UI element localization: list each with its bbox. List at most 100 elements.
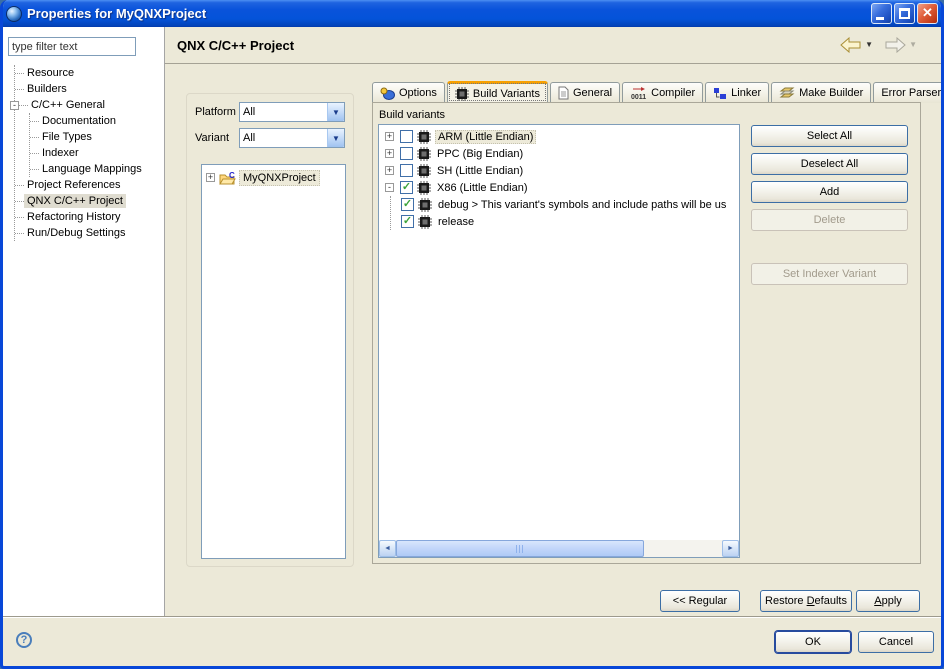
content-area: QNX C/C++ Project ▼ ▼ Platform [165, 27, 941, 616]
page-footer-buttons: << Regular Restore Defaults Apply [660, 590, 920, 612]
maximize-button[interactable] [894, 3, 915, 24]
project-tree-row[interactable]: + C MyQNXProject [204, 169, 343, 186]
scrollbar-track[interactable] [396, 540, 722, 557]
checkbox[interactable] [400, 147, 413, 160]
properties-dialog: Properties for MyQNXProject ✕ Resource B… [0, 0, 944, 669]
checkbox[interactable] [400, 164, 413, 177]
scrollbar-thumb[interactable] [396, 540, 644, 557]
checkbox[interactable]: ✓ [400, 181, 413, 194]
window-icon [6, 6, 22, 22]
tab-bar: Options Build Variants General [372, 81, 921, 103]
sidebar-item-refactoring-history[interactable]: Refactoring History [15, 209, 159, 225]
back-history-caret[interactable]: ▼ [865, 41, 873, 49]
collapse-icon[interactable]: - [10, 101, 19, 110]
scroll-right-button[interactable]: ► [722, 540, 739, 557]
dialog-button-bar: ? OK Cancel [3, 616, 941, 663]
sidebar-item-project-references[interactable]: Project References [15, 177, 159, 193]
titlebar[interactable]: Properties for MyQNXProject ✕ [0, 0, 944, 27]
variant-row-sh[interactable]: + SH (Little Endian) [383, 162, 739, 179]
check-mark: ✓ [402, 182, 411, 193]
sidebar-item-resource[interactable]: Resource [15, 65, 159, 81]
collapse-icon[interactable]: - [385, 183, 394, 192]
delete-button: Delete [751, 209, 908, 231]
variant-label: SH (Little Endian) [435, 164, 525, 178]
options-icon [380, 87, 395, 100]
expand-icon[interactable]: + [206, 173, 215, 182]
sidebar-item-qnx-project[interactable]: QNX C/C++ Project [15, 193, 159, 209]
variant-actions: Select All Deselect All Add Delete Set I… [751, 125, 908, 291]
filter-input[interactable] [8, 37, 136, 56]
back-arrow-icon[interactable] [840, 37, 862, 53]
restore-defaults-button[interactable]: Restore Defaults [760, 590, 852, 612]
platform-select[interactable]: All ▼ [239, 102, 345, 122]
minimize-icon [876, 17, 884, 20]
tab-build-variants[interactable]: Build Variants [447, 81, 548, 103]
build-variants-panel: Build variants + ARM (Little Endian) + [372, 102, 921, 564]
set-indexer-variant-button: Set Indexer Variant [751, 263, 908, 285]
tab-compiler[interactable]: 0011 Compiler [622, 82, 703, 103]
tab-linker[interactable]: Linker [705, 82, 769, 103]
chip-icon [417, 164, 431, 178]
tab-folder: Options Build Variants General [372, 81, 921, 527]
checkbox[interactable] [400, 130, 413, 143]
sidebar-item-cpp-general[interactable]: - C/C++ General [15, 97, 159, 113]
make-builder-icon [779, 87, 795, 100]
variant-row-x86[interactable]: - ✓ X86 (Little Endian) [383, 179, 739, 196]
regular-toggle-button[interactable]: << Regular [660, 590, 740, 612]
svg-text:C: C [229, 171, 235, 180]
variant-label: release [436, 215, 476, 229]
minimize-button[interactable] [871, 3, 892, 24]
check-mark: ✓ [403, 216, 412, 227]
variant-label: ARM (Little Endian) [435, 130, 536, 144]
expand-icon[interactable]: + [385, 166, 394, 175]
build-variants-tree[interactable]: + ARM (Little Endian) + PPC (Big End [378, 124, 740, 558]
tab-options[interactable]: Options [372, 82, 445, 103]
checkbox[interactable]: ✓ [401, 215, 414, 228]
sidebar-item-file-types[interactable]: File Types [30, 129, 159, 145]
c-project-folder-icon: C [219, 171, 236, 185]
sidebar-item-run-debug-settings[interactable]: Run/Debug Settings [15, 225, 159, 241]
chevron-down-icon[interactable]: ▼ [327, 103, 344, 121]
ok-button[interactable]: OK [775, 631, 851, 653]
variant-select[interactable]: All ▼ [239, 128, 345, 148]
scroll-left-button[interactable]: ◄ [379, 540, 396, 557]
help-icon[interactable]: ? [16, 632, 32, 648]
sidebar: Resource Builders - C/C++ General Docume… [3, 27, 165, 616]
maximize-icon [899, 8, 910, 19]
deselect-all-button[interactable]: Deselect All [751, 153, 908, 175]
select-all-button[interactable]: Select All [751, 125, 908, 147]
chip-icon [455, 87, 469, 101]
variant-row-debug[interactable]: ✓ debug > This variant's symbols and inc… [401, 196, 739, 213]
horizontal-scrollbar[interactable]: ◄ ► [379, 540, 739, 557]
tab-error-parsers[interactable]: Error Parsers [873, 82, 944, 103]
check-mark: ✓ [403, 199, 412, 210]
tab-make-builder[interactable]: Make Builder [771, 82, 871, 103]
expand-icon[interactable]: + [385, 132, 394, 141]
sidebar-item-documentation[interactable]: Documentation [30, 113, 159, 129]
expand-icon[interactable]: + [385, 149, 394, 158]
variant-row-ppc[interactable]: + PPC (Big Endian) [383, 145, 739, 162]
sidebar-item-builders[interactable]: Builders [15, 81, 159, 97]
cancel-button[interactable]: Cancel [858, 631, 934, 653]
variant-row-arm[interactable]: + ARM (Little Endian) [383, 128, 739, 145]
sidebar-item-language-mappings[interactable]: Language Mappings [30, 161, 159, 177]
sidebar-tree: Resource Builders - C/C++ General Docume… [14, 65, 159, 241]
document-icon [558, 86, 569, 100]
add-button[interactable]: Add [751, 181, 908, 203]
close-button[interactable]: ✕ [917, 3, 938, 24]
forward-arrow-icon [884, 37, 906, 53]
chip-icon [418, 198, 432, 212]
scrollbar-grip [516, 545, 525, 553]
checkbox[interactable]: ✓ [401, 198, 414, 211]
chevron-down-icon[interactable]: ▼ [327, 129, 344, 147]
svg-text:0011: 0011 [631, 94, 646, 100]
apply-button[interactable]: Apply [856, 590, 920, 612]
chip-icon [417, 147, 431, 161]
window-title: Properties for MyQNXProject [27, 6, 871, 21]
variant-row-release[interactable]: ✓ release [401, 213, 739, 230]
linker-icon [713, 87, 727, 100]
dialog-body: Resource Builders - C/C++ General Docume… [3, 27, 941, 663]
variant-label: PPC (Big Endian) [435, 147, 525, 161]
tab-general[interactable]: General [550, 82, 620, 103]
sidebar-item-indexer[interactable]: Indexer [30, 145, 159, 161]
